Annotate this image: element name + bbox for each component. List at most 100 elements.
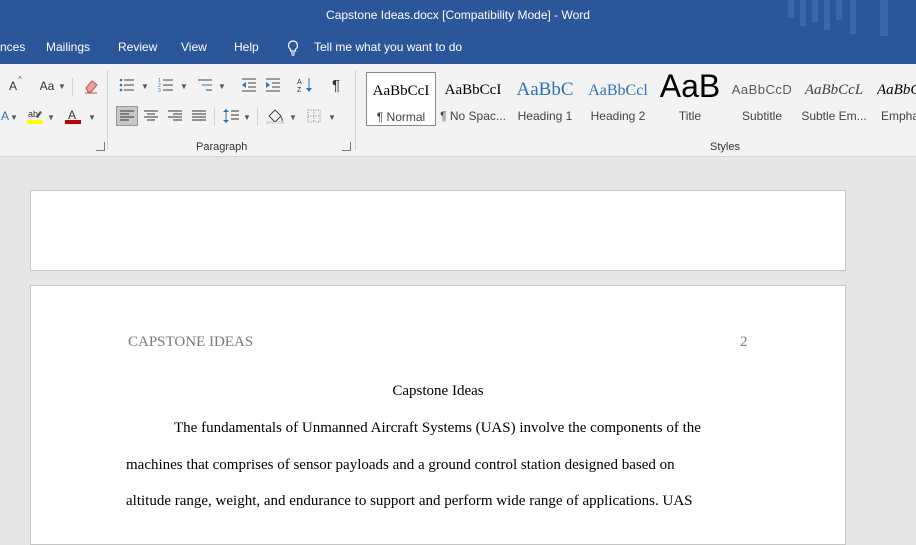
style-heading-2[interactable]: AaBbCcl Heading 2	[583, 72, 653, 126]
align-left-button[interactable]	[116, 106, 138, 126]
font-color-button[interactable]: A	[62, 106, 84, 126]
numbering-button[interactable]: 1 2 3	[155, 75, 177, 95]
tab-review[interactable]: Review	[118, 40, 157, 54]
style-sample: AaB	[659, 72, 721, 104]
chevron-down-icon: ▼	[47, 113, 55, 122]
divider	[355, 70, 356, 150]
style-sample: AaBbC	[877, 82, 916, 98]
tell-me-text: Tell me what you want to do	[314, 40, 463, 54]
style-sample: AaBbC	[516, 79, 574, 100]
svg-text:Z: Z	[297, 87, 302, 93]
align-center-icon	[144, 110, 158, 121]
borders-button[interactable]	[303, 106, 325, 126]
chevron-down-icon: ▼	[289, 113, 297, 122]
body-line: altitude range, weight, and endurance to…	[126, 493, 693, 509]
highlight-button[interactable]: ab	[24, 106, 46, 126]
numbering-icon: 1 2 3	[158, 78, 173, 92]
tab-mailings[interactable]: Mailings	[46, 40, 90, 54]
style-normal[interactable]: AaBbCcI ¶ Normal	[366, 72, 436, 126]
align-right-icon	[168, 110, 182, 121]
body-line: The fundamentals of Unmanned Aircraft Sy…	[174, 420, 701, 436]
chevron-down-icon: ▼	[328, 113, 336, 122]
multilevel-list-icon	[198, 79, 212, 91]
style-name: Subtle Em...	[801, 109, 867, 123]
shading-button[interactable]	[264, 106, 286, 126]
font-color-icon: A	[65, 108, 81, 124]
divider	[257, 108, 258, 126]
sort-icon: A Z	[297, 78, 312, 93]
pilcrow-icon: ¶	[331, 76, 341, 94]
style-sample: AaBbCcI	[444, 82, 502, 98]
tab-references[interactable]: nces	[0, 40, 25, 54]
style-name: Title	[678, 109, 702, 123]
style-name: Heading 2	[590, 109, 646, 123]
multilevel-list-button[interactable]	[194, 75, 216, 95]
body-line: machines that comprises of sensor payloa…	[126, 457, 675, 473]
grow-font-label: A	[8, 79, 17, 93]
style-no-spacing[interactable]: AaBbCcI ¶ No Spac...	[438, 72, 508, 126]
style-subtle-emphasis[interactable]: AaBbCcL Subtle Em...	[799, 72, 869, 126]
style-name: ¶ Normal	[376, 110, 426, 124]
style-sample: AaBbCcL	[804, 82, 864, 98]
title-bar: Capstone Ideas.docx [Compatibility Mode]…	[0, 0, 916, 64]
align-center-button[interactable]	[140, 106, 162, 126]
divider	[214, 108, 215, 126]
grow-font-caret-icon: ^	[18, 75, 22, 84]
style-name: Empha	[881, 109, 916, 123]
svg-text:A: A	[297, 79, 302, 86]
sort-button[interactable]: A Z	[294, 75, 316, 95]
style-name: Heading 1	[517, 109, 573, 123]
lightbulb-icon	[287, 40, 299, 56]
tab-view[interactable]: View	[181, 40, 207, 54]
style-sample: AaBbCcl	[588, 82, 648, 99]
style-heading-1[interactable]: AaBbC Heading 1	[510, 72, 580, 126]
bullets-icon	[119, 78, 134, 92]
svg-text:3: 3	[158, 88, 161, 92]
tab-help[interactable]: Help	[234, 40, 259, 54]
clear-formatting-button[interactable]	[80, 76, 102, 96]
decrease-indent-icon	[242, 78, 256, 92]
eraser-icon	[85, 80, 98, 94]
ribbon: A ^ Aa ▼ A ▼ ab ▼ A ▼ ▼ 1 2 3 ▼ ▼ A Z ¶ …	[0, 64, 916, 157]
justify-button[interactable]	[188, 106, 210, 126]
text-effects-button[interactable]: A	[0, 106, 10, 126]
style-title[interactable]: AaB Title	[655, 72, 725, 126]
chevron-down-icon: ▼	[58, 82, 66, 91]
divider	[107, 70, 108, 150]
paragraph-dialog-launcher-icon[interactable]	[342, 142, 351, 151]
line-spacing-icon	[223, 109, 239, 123]
style-subtitle[interactable]: AaBbCcD Subtitle	[727, 72, 797, 126]
svg-text:A: A	[68, 108, 76, 122]
paint-bucket-icon	[266, 109, 284, 124]
page-number: 2	[740, 334, 748, 350]
style-sample: AaBbCcI	[372, 83, 430, 99]
change-case-label: Aa	[39, 79, 55, 93]
align-left-icon	[120, 110, 134, 121]
styles-group-label: Styles	[710, 141, 740, 153]
bullets-button[interactable]	[116, 75, 138, 95]
chevron-down-icon: ▼	[10, 113, 18, 122]
document-heading: Capstone Ideas	[392, 383, 484, 399]
align-right-button[interactable]	[164, 106, 186, 126]
highlighter-icon: ab	[27, 109, 43, 124]
font-dialog-launcher-icon[interactable]	[96, 142, 105, 151]
show-formatting-marks-button[interactable]: ¶	[325, 75, 347, 95]
line-spacing-button[interactable]	[220, 106, 242, 126]
style-emphasis[interactable]: AaBbC Empha	[871, 72, 916, 126]
style-sample: AaBbCcD	[731, 82, 793, 97]
borders-icon	[307, 109, 321, 123]
running-head: CAPSTONE IDEAS	[128, 334, 254, 350]
chevron-down-icon: ▼	[180, 82, 188, 91]
chevron-down-icon: ▼	[141, 82, 149, 91]
window-title: Capstone Ideas.docx [Compatibility Mode]…	[326, 8, 590, 22]
increase-indent-button[interactable]	[262, 75, 284, 95]
style-name: ¶ No Spac...	[440, 109, 506, 123]
page-bottom-previous[interactable]	[30, 190, 846, 271]
justify-icon	[192, 110, 206, 121]
svg-text:ab: ab	[28, 109, 38, 119]
change-case-button[interactable]: Aa	[34, 76, 60, 96]
style-name: Subtitle	[741, 109, 783, 123]
page-current[interactable]: CAPSTONE IDEAS 2 Capstone Ideas The fund…	[30, 285, 846, 545]
chevron-down-icon: ▼	[218, 82, 226, 91]
decrease-indent-button[interactable]	[238, 75, 260, 95]
